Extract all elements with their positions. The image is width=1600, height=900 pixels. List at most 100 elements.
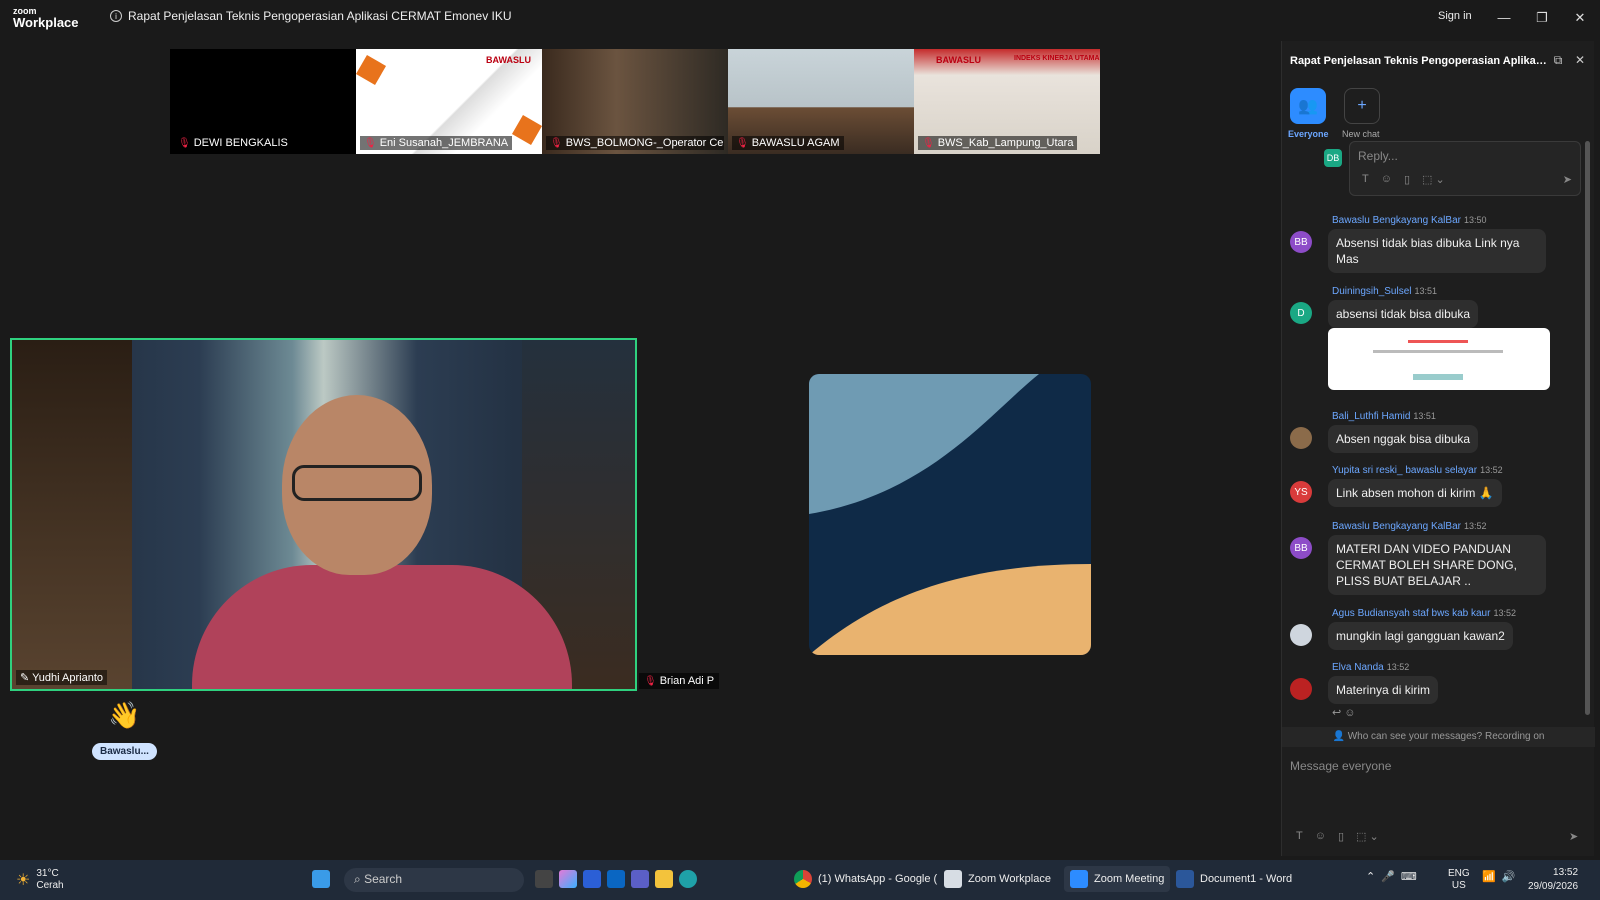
taskbar-app-label: (1) WhatsApp - Google ( [818,873,938,885]
keyboard-icon[interactable]: ⌨ [1401,870,1417,883]
start-button[interactable] [312,870,330,888]
active-speaker-video[interactable]: ✎ Yudhi Aprianto [10,338,637,691]
microphone-icon[interactable]: 🎤 [1381,870,1395,883]
search-icon: ⌕ [354,872,365,886]
image-attachment[interactable] [1328,328,1550,390]
participant-label[interactable]: 🎙 Brian Adi P [639,673,720,689]
participant-label: ✎ Yudhi Aprianto [16,670,108,685]
taskbar-app-word[interactable]: Document1 - Word [1176,870,1292,888]
outlook-icon[interactable] [607,870,625,888]
video-tile[interactable]: 🎙 DEWI BENGKALIS [170,49,356,154]
task-view-icon[interactable] [535,870,553,888]
avatar-photo [1290,678,1312,700]
taskbar-app-whatsapp-chrome[interactable]: (1) WhatsApp - Google ( [794,870,937,888]
hexagon-decor [356,54,387,86]
avatar-photo [1290,624,1312,646]
pop-out-icon[interactable]: ⧉ [1549,53,1567,71]
file-icon[interactable]: ▯ [1404,173,1410,186]
screenshot-icon[interactable]: ⬚ ⌄ [1356,830,1379,843]
participant-label: 🎙 BWS_BOLMONG-_Operator Cer... [546,136,724,150]
emoji-icon[interactable]: ☺ [1315,830,1326,843]
wave-graphic [809,374,1091,655]
reply-reaction-icons[interactable]: ↩ ☺ [1332,706,1356,719]
chevron-up-icon[interactable]: ⌃ [1366,870,1375,883]
participant-name: DEWI BENGKALIS [193,137,288,149]
message-text[interactable]: Absensi tidak bias dibuka Link nya Mas [1328,229,1546,273]
message-text[interactable]: mungkin lagi gangguan kawan2 [1328,622,1513,650]
screenshot-icon[interactable]: ⬚ ⌄ [1422,173,1445,186]
windows-icon [312,870,330,888]
visibility-text: Who can see your messages? Recording on [1347,731,1545,742]
message-text[interactable]: Absen nggak bisa dibuka [1328,425,1479,453]
new-chat-label[interactable]: New chat [1342,129,1380,139]
video-tile[interactable]: BAWASLU 🎙 Eni Susanah_JEMBRANA [356,49,542,154]
logo-bottom-text: Workplace [13,15,79,30]
minimize-icon[interactable]: — [1494,8,1514,28]
message-text[interactable]: Materinya di kirim [1328,676,1439,704]
bawaslu-logo: BAWASLU [936,55,981,65]
send-icon[interactable]: ➤ [1569,830,1578,843]
participant-label: 🎙 DEWI BENGKALIS [174,136,292,150]
raised-hand-name[interactable]: Bawaslu... [92,743,157,760]
participant-label: 🎙 Eni Susanah_JEMBRANA [360,136,513,150]
sender-name: Duiningsih_Sulsel [1332,286,1412,297]
sign-in-button[interactable]: Sign in [1438,10,1472,22]
mic-muted-icon: 🎙 [364,137,377,149]
taskbar-app-zoom-meeting[interactable]: Zoom Meeting [1064,866,1171,892]
restore-icon[interactable]: ❐ [1532,8,1552,28]
visibility-notice[interactable]: 👤 Who can see your messages? Recording o… [1282,727,1595,747]
format-icon[interactable]: T [1362,173,1369,186]
send-icon[interactable]: ➤ [1563,173,1572,186]
file-icon[interactable]: ▯ [1338,830,1344,843]
video-tile[interactable]: 🎙 BWS_BOLMONG-_Operator Cer... [542,49,728,154]
mic-muted-icon: 🎙 [178,137,191,149]
wave-background-tile[interactable] [809,374,1091,655]
zoom-workplace-icon [944,870,962,888]
timestamp: 13:50 [1463,215,1487,225]
emoji-icon[interactable]: ☺ [1381,173,1392,186]
network-volume[interactable]: 📶 🔊 [1482,870,1515,883]
language-indicator[interactable]: ENG US [1448,868,1470,892]
close-icon[interactable]: ✕ [1570,8,1590,28]
compose-toolbar: T ☺ ▯ ⬚ ⌄ [1296,830,1379,843]
speaker-body [192,565,572,689]
sender-name: Bawaslu Bengkayang KalBar [1332,521,1461,532]
teams-icon[interactable] [631,870,649,888]
copilot-icon[interactable] [559,870,577,888]
file-explorer-icon[interactable] [655,870,673,888]
message-text[interactable]: MATERI DAN VIDEO PANDUAN CERMAT BOLEH SH… [1328,535,1546,595]
mic-muted-icon: 🎙 [736,137,749,149]
reply-box[interactable]: Reply... T ☺ ▯ ⬚ ⌄ ➤ [1349,141,1581,196]
zoom-logo: zoom Workplace [13,7,79,30]
search-text: Search [364,872,403,886]
weather-widget[interactable]: ☀ 31°C Cerah [16,868,64,892]
taskbar-search[interactable]: ⌕ Search [344,868,524,892]
timestamp: 13:52 [1463,521,1487,531]
close-chat-icon[interactable]: ✕ [1571,53,1589,71]
edge-icon[interactable] [679,870,697,888]
taskbar-app-zoom-workplace[interactable]: Zoom Workplace [944,870,1051,888]
region-text: US [1451,880,1466,891]
info-icon[interactable]: i [110,10,122,22]
avatar: D [1290,302,1312,324]
tray-icons: ⌃ 🎤 ⌨ [1366,870,1417,883]
clock[interactable]: 13:52 29/09/2026 [1528,866,1578,894]
zoom-icon [1070,870,1088,888]
message-text[interactable]: absensi tidak bisa dibuka [1328,300,1479,328]
everyone-tab-label[interactable]: Everyone [1288,129,1329,139]
everyone-tab-icon[interactable]: 👥 [1290,88,1326,124]
meeting-title[interactable]: i Rapat Penjelasan Teknis Pengoperasian … [110,9,512,23]
chat-scrollbar[interactable] [1585,141,1590,715]
message-input[interactable]: Message everyone [1290,759,1391,773]
video-tile[interactable]: 🎙 BAWASLU AGAM [728,49,914,154]
word-icon [1176,870,1194,888]
store-icon[interactable] [583,870,601,888]
video-tile[interactable]: BAWASLU INDEKS KINERJA UTAMA 🎙 BWS_Kab_La… [914,49,1100,154]
format-icon[interactable]: T [1296,830,1303,843]
mic-muted-icon: 🎙 [550,137,563,149]
new-chat-icon[interactable]: + [1344,88,1380,124]
attachment-thumb [1413,374,1463,380]
participant-name: BAWASLU AGAM [751,137,840,149]
message-text[interactable]: Link absen mohon di kirim 🙏 [1328,479,1502,507]
weather-icon: ☀ [16,872,31,889]
